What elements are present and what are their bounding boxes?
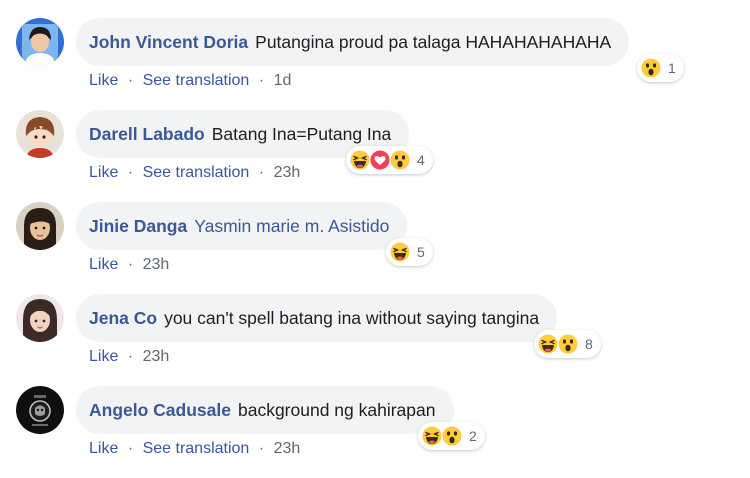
like-button[interactable]: Like (89, 164, 118, 181)
male-avatar-icon[interactable] (16, 18, 64, 66)
comment-bubble: John Vincent Doria Putangina proud pa ta… (76, 18, 630, 66)
wow-reaction-icon (557, 333, 579, 355)
separator: · (127, 72, 134, 89)
reactions-summary[interactable]: 4 (346, 146, 433, 174)
separator: · (127, 348, 134, 365)
separator: · (258, 72, 265, 89)
separator: · (127, 440, 134, 457)
comment-timestamp[interactable]: 1d (274, 72, 292, 89)
comment: Angelo Cadusale background ng kahirapan … (0, 386, 750, 478)
female-avatar-icon[interactable] (16, 294, 64, 342)
comment-author[interactable]: John Vincent Doria (89, 32, 248, 53)
anime-avatar-icon[interactable] (16, 110, 64, 158)
wow-reaction-icon (640, 57, 662, 79)
comment-timestamp[interactable]: 23h (274, 164, 301, 181)
comment-author[interactable]: Jena Co (89, 308, 157, 329)
reactions-summary[interactable]: 1 (637, 54, 684, 82)
reactions-summary[interactable]: 2 (418, 422, 485, 450)
reaction-count: 2 (469, 428, 477, 444)
comment-text: you can't spell batang ina without sayin… (164, 307, 540, 328)
reactions-summary[interactable]: 5 (386, 238, 433, 266)
like-button[interactable]: Like (89, 72, 118, 89)
comment-timestamp[interactable]: 23h (274, 440, 301, 457)
separator: · (258, 440, 265, 457)
comment-bubble: Jena Co you can't spell batang ina witho… (76, 294, 558, 342)
comment-author[interactable]: Darell Labado (89, 124, 205, 145)
comment-text: background ng kahirapan (237, 399, 436, 420)
comment-actions: Like · See translation · 1d (89, 72, 291, 90)
comment-author[interactable]: Angelo Cadusale (89, 400, 231, 421)
comment-bubble: Angelo Cadusale background ng kahirapan (76, 386, 454, 434)
wow-reaction-icon (441, 425, 463, 447)
comment-timestamp[interactable]: 23h (143, 256, 170, 273)
comment-actions: Like · See translation · 23h (89, 164, 300, 182)
like-button[interactable]: Like (89, 256, 118, 273)
haha-reaction-icon (421, 425, 443, 447)
comment: Jena Co you can't spell batang ina witho… (0, 294, 750, 386)
comment-actions: Like · See translation · 23h (89, 440, 300, 458)
reaction-count: 5 (417, 244, 425, 260)
comment: John Vincent Doria Putangina proud pa ta… (0, 18, 750, 110)
reaction-count: 4 (417, 152, 425, 168)
wow-reaction-icon (389, 149, 411, 171)
separator: · (127, 164, 134, 181)
like-button[interactable]: Like (89, 440, 118, 457)
haha-reaction-icon (349, 149, 371, 171)
see-translation-link[interactable]: See translation (143, 440, 250, 457)
reaction-count: 8 (585, 336, 593, 352)
comment: Darell Labado Batang Ina=Putang Ina Like… (0, 110, 750, 202)
comment-text: Batang Ina=Putang Ina (211, 123, 392, 144)
haha-reaction-icon (537, 333, 559, 355)
see-translation-link[interactable]: See translation (143, 72, 250, 89)
comment-list: John Vincent Doria Putangina proud pa ta… (0, 0, 750, 475)
comment-timestamp[interactable]: 23h (143, 348, 170, 365)
separator: · (127, 256, 134, 273)
reaction-count: 1 (668, 60, 676, 76)
separator: · (258, 164, 265, 181)
like-button[interactable]: Like (89, 348, 118, 365)
tagged-user-link[interactable]: Yasmin marie m. Asistido (194, 216, 389, 237)
haha-reaction-icon (389, 241, 411, 263)
comment-actions: Like · 23h (89, 256, 169, 274)
love-reaction-icon (369, 149, 391, 171)
reactions-summary[interactable]: 8 (534, 330, 601, 358)
comment-actions: Like · 23h (89, 348, 169, 366)
dark-logo-avatar-icon[interactable] (16, 386, 64, 434)
female-avatar-icon[interactable] (16, 202, 64, 250)
comment-author[interactable]: Jinie Danga (89, 216, 187, 237)
see-translation-link[interactable]: See translation (143, 164, 250, 181)
comment-bubble: Jinie Danga Yasmin marie m. Asistido (76, 202, 408, 250)
comment-text: Putangina proud pa talaga HAHAHAHAHAHA (255, 31, 612, 52)
comment: Jinie Danga Yasmin marie m. Asistido Lik… (0, 202, 750, 294)
